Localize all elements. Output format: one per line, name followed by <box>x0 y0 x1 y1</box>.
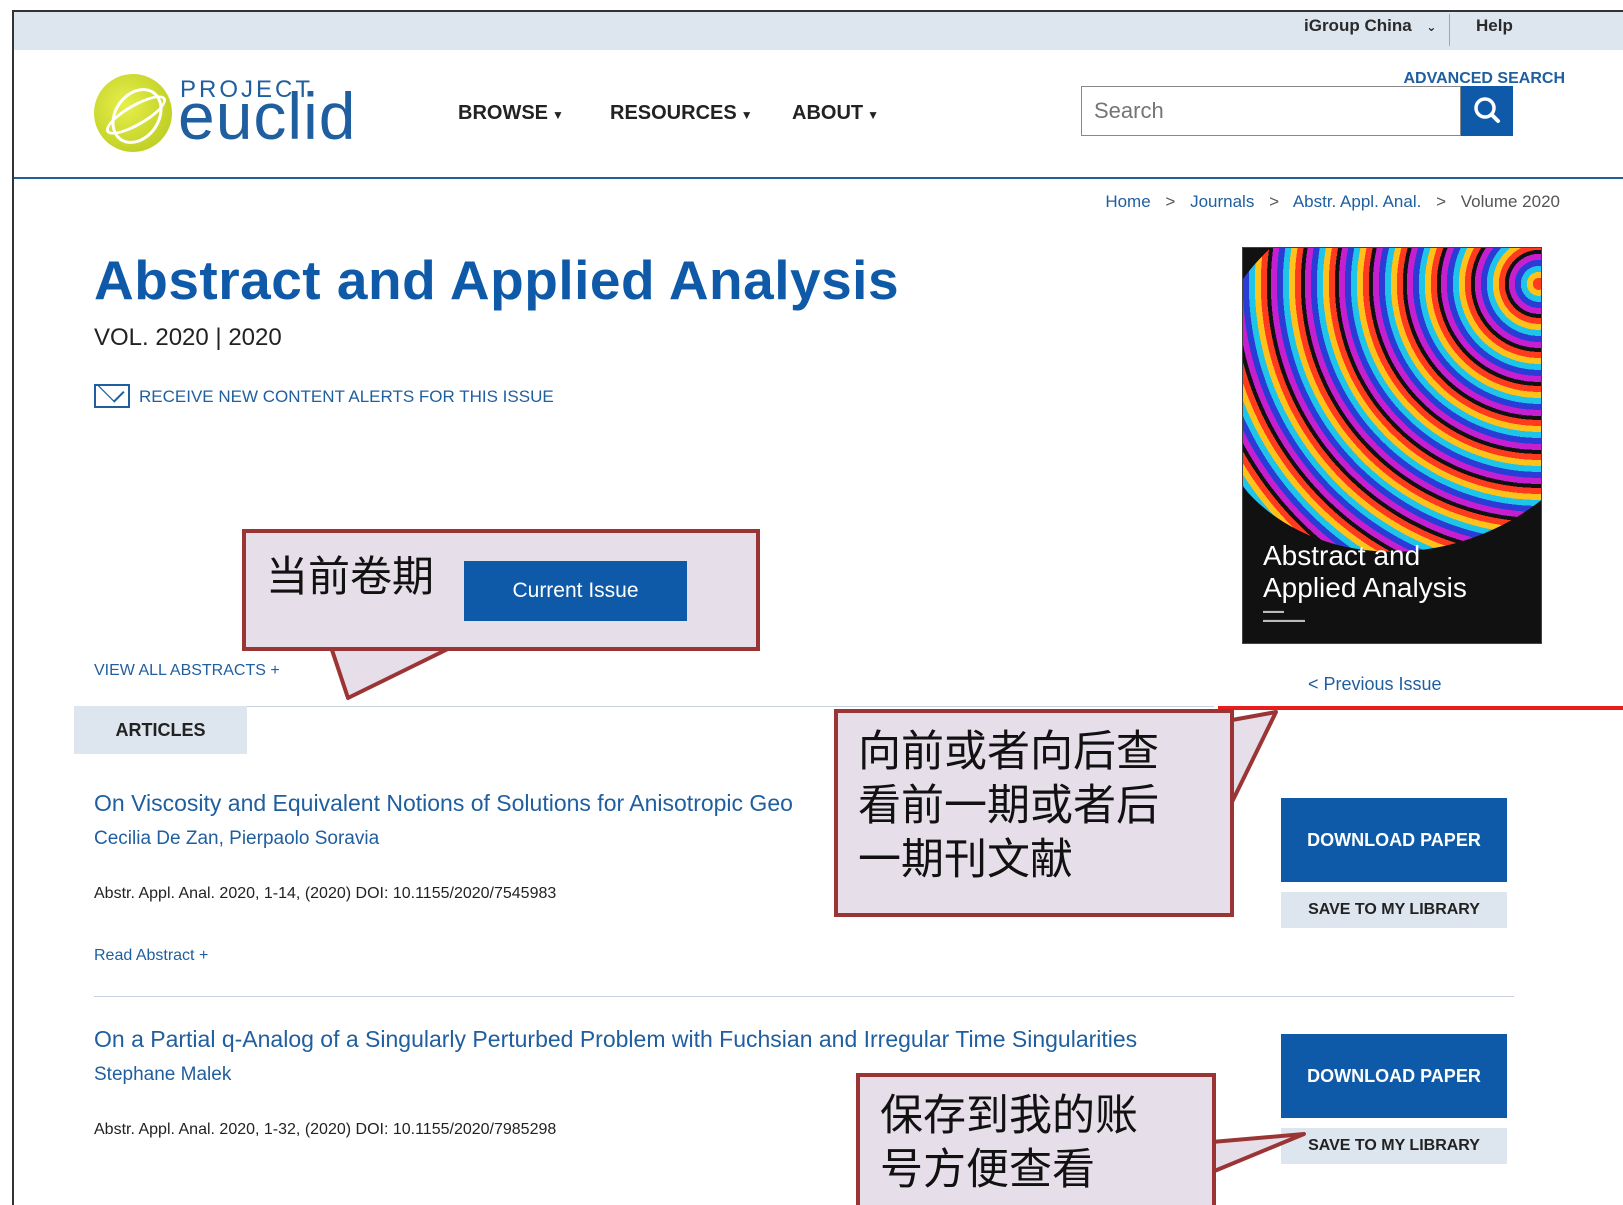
callout-save: 保存到我的账 号方便查看 <box>856 1073 1216 1205</box>
callout-line: 向前或者向后查 <box>858 727 1159 777</box>
article-authors[interactable]: Cecilia De Zan, Pierpaolo Soravia <box>94 828 379 850</box>
breadcrumb-journals[interactable]: Journals <box>1190 192 1254 211</box>
journal-cover-image[interactable]: Abstract and Applied Analysis ▬▬▬ ▬▬▬▬▬▬ <box>1242 247 1542 644</box>
breadcrumb-home[interactable]: Home <box>1105 192 1150 211</box>
callout-current-issue-text: 当前卷期 <box>266 552 435 601</box>
region-label: iGroup China <box>1304 16 1412 35</box>
callout-save-text: 保存到我的账 号方便查看 <box>880 1089 1138 1197</box>
search-input[interactable] <box>1081 86 1461 136</box>
cover-title-line-2: Applied Analysis <box>1263 572 1467 603</box>
utility-divider <box>1449 14 1450 46</box>
save-to-library-button[interactable]: SAVE TO MY LIBRARY <box>1281 892 1507 928</box>
callout-pointer-prev-next <box>1230 710 1278 804</box>
current-issue-button[interactable]: Current Issue <box>464 561 687 621</box>
callout-line: 号方便查看 <box>880 1145 1095 1195</box>
callout-line: 看前一期或者后 <box>858 781 1159 831</box>
search-icon <box>1474 97 1500 123</box>
nav-resources[interactable]: RESOURCES ▼ <box>610 102 753 125</box>
callout-pointer-current-issue <box>328 642 460 700</box>
breadcrumb-journal[interactable]: Abstr. Appl. Anal. <box>1293 192 1422 211</box>
tab-articles[interactable]: ARTICLES <box>74 706 247 754</box>
nav-browse[interactable]: BROWSE ▼ <box>458 102 564 125</box>
view-all-abstracts-link[interactable]: VIEW ALL ABSTRACTS + <box>94 662 280 680</box>
nav-resources-label: RESOURCES <box>610 102 737 124</box>
download-paper-button[interactable]: DOWNLOAD PAPER <box>1281 1034 1507 1118</box>
nav-about[interactable]: ABOUT ▼ <box>792 102 879 125</box>
region-selector[interactable]: iGroup China ⌄ <box>1304 12 1436 50</box>
callout-prev-next-text: 向前或者向后查 看前一期或者后 一期刊文献 <box>858 725 1159 887</box>
download-paper-button[interactable]: DOWNLOAD PAPER <box>1281 798 1507 882</box>
highlight-line <box>1218 706 1623 710</box>
article-meta: Abstr. Appl. Anal. 2020, 1-14, (2020) DO… <box>94 885 557 902</box>
breadcrumb-separator: > <box>1269 192 1280 211</box>
article-authors[interactable]: Stephane Malek <box>94 1064 231 1086</box>
chevron-down-icon: ⌄ <box>1426 20 1437 34</box>
logo-euclid-text[interactable]: euclid <box>178 78 356 154</box>
content-alert-label: RECEIVE NEW CONTENT ALERTS FOR THIS ISSU… <box>139 387 554 406</box>
volume-line: VOL. 2020 | 2020 <box>94 324 282 351</box>
save-to-library-button[interactable]: SAVE TO MY LIBRARY <box>1281 1128 1507 1164</box>
site-header: PROJECT euclid BROWSE ▼ RESOURCES ▼ ABOUT ▼… <box>14 50 1623 179</box>
cover-title: Abstract and Applied Analysis <box>1263 540 1467 604</box>
help-link[interactable]: Help <box>1476 12 1513 50</box>
breadcrumb: Home > Journals > Abstr. Appl. Anal. > V… <box>1105 192 1560 212</box>
caret-down-icon: ▼ <box>740 108 753 122</box>
cover-title-line-1: Abstract and <box>1263 540 1421 571</box>
breadcrumb-volume: Volume 2020 <box>1460 192 1560 211</box>
article-meta: Abstr. Appl. Anal. 2020, 1-32, (2020) DO… <box>94 1121 557 1138</box>
caret-down-icon: ▼ <box>552 108 564 122</box>
utility-bar: iGroup China ⌄ Help <box>14 12 1623 50</box>
article-divider <box>94 996 1514 997</box>
previous-issue-link[interactable]: < Previous Issue <box>1308 674 1442 695</box>
browser-page: iGroup China ⌄ Help PROJECT euclid BROWS… <box>12 10 1623 1205</box>
callout-line: 一期刊文献 <box>858 835 1073 885</box>
project-euclid-logo-icon[interactable] <box>94 74 172 152</box>
caret-down-icon: ▼ <box>867 108 879 122</box>
nav-about-label: ABOUT <box>792 102 864 124</box>
callout-prev-next: 向前或者向后查 看前一期或者后 一期刊文献 <box>834 709 1234 917</box>
breadcrumb-separator: > <box>1165 192 1176 211</box>
read-abstract-link[interactable]: Read Abstract + <box>94 947 208 965</box>
search-button[interactable] <box>1461 86 1513 136</box>
journal-title: Abstract and Applied Analysis <box>94 249 900 311</box>
article-title-link[interactable]: On a Partial q-Analog of a Singularly Pe… <box>94 1026 1244 1053</box>
article-title-link[interactable]: On Viscosity and Equivalent Notions of S… <box>94 790 834 817</box>
callout-line: 保存到我的账 <box>880 1091 1138 1141</box>
breadcrumb-separator: > <box>1436 192 1447 211</box>
callout-current-issue: 当前卷期 Current Issue <box>242 529 760 651</box>
nav-browse-label: BROWSE <box>458 102 548 124</box>
cover-footer-text: ▬▬▬ ▬▬▬▬▬▬ <box>1263 608 1305 624</box>
envelope-icon <box>94 384 130 408</box>
